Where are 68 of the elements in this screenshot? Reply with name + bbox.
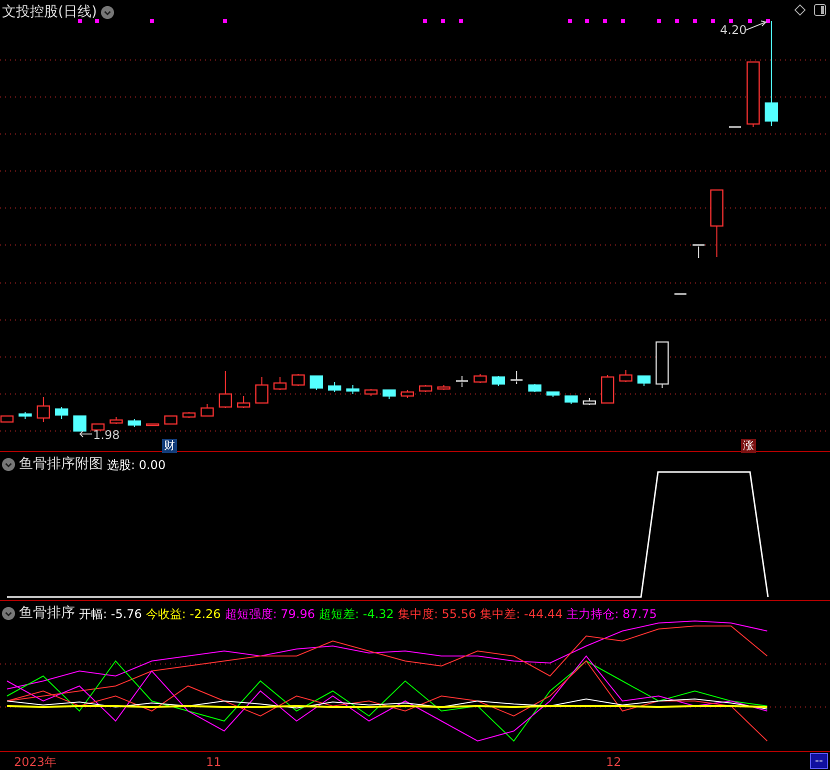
candlestick <box>55 406 68 420</box>
candlestick <box>456 376 468 388</box>
candlestick <box>200 404 214 417</box>
candlestick <box>0 415 14 423</box>
candlestick <box>364 388 378 396</box>
candlestick <box>710 189 724 258</box>
candlestick <box>164 415 178 425</box>
candlestick <box>91 423 105 431</box>
candlestick <box>110 416 123 424</box>
candlestick <box>400 390 414 398</box>
candlestick <box>656 341 669 388</box>
indicator-readout: 超短强度: 79.96 <box>224 606 316 622</box>
candlestick <box>692 244 705 258</box>
high-price-label: 4.20 <box>720 23 747 37</box>
panel-title: 鱼骨排序 <box>19 604 75 623</box>
candlestick <box>218 370 232 408</box>
candlestick <box>382 389 396 400</box>
candlestick <box>36 396 50 422</box>
candlestick <box>601 374 614 404</box>
candlestick <box>273 376 287 390</box>
candlestick <box>182 412 196 418</box>
candlestick <box>18 412 32 420</box>
axis-label: 2023年 <box>14 754 57 770</box>
axis-label: 12 <box>606 754 622 770</box>
panel-title: 文投控股(日线) <box>2 3 97 22</box>
candlestick <box>146 423 160 426</box>
candlestick <box>128 418 141 428</box>
candlestick <box>419 384 432 392</box>
leader-arrow-icon <box>79 430 92 438</box>
candlestick <box>73 415 86 432</box>
event-marker: 财 <box>162 439 177 453</box>
collapse-chevron-icon[interactable] <box>2 607 15 620</box>
candlestick <box>474 374 487 384</box>
candlestick <box>746 61 760 128</box>
diamond-icon[interactable] <box>794 4 806 16</box>
candlestick <box>619 370 632 382</box>
collapse-chevron-icon[interactable] <box>100 6 114 19</box>
indicator-readout: 超短差: -4.32 <box>319 606 394 622</box>
candlestick <box>674 293 686 296</box>
indicator-readout: 选股: 0.00 <box>107 456 166 474</box>
indicator-readout: 主力持仓: 87.75 <box>566 606 657 622</box>
indicator-readout: 开幅: -5.76 <box>79 606 142 622</box>
low-price-label: 1.98 <box>93 428 120 442</box>
axis-label: 11 <box>206 754 222 770</box>
candlestick <box>346 384 360 394</box>
candlestick <box>437 384 450 390</box>
indicator-readout: 集中度: 55.56 <box>398 606 476 622</box>
candlestick <box>729 126 741 128</box>
candlestick <box>237 396 250 408</box>
candlestick <box>637 375 651 386</box>
event-marker: 涨 <box>741 439 756 453</box>
candlestick <box>582 398 596 406</box>
collapse-chevron-icon[interactable] <box>2 458 15 471</box>
candlestick <box>310 375 323 390</box>
candlestick <box>564 395 578 404</box>
candlestick <box>546 391 560 398</box>
axis-corner-button[interactable]: -- <box>810 753 828 769</box>
candlestick <box>255 376 268 404</box>
leader-arrow-icon <box>746 20 768 30</box>
candlestick <box>292 374 305 386</box>
candlestick <box>328 382 342 392</box>
indicator-readout: 集中差: -44.44 <box>480 606 563 622</box>
panel-toggle-icon[interactable] <box>814 4 826 16</box>
indicator-readout: 今收益: -2.26 <box>146 606 221 622</box>
candlestick <box>492 376 505 386</box>
panel-title: 鱼骨排序附图 <box>19 455 103 474</box>
candlestick <box>528 384 542 392</box>
candlestick <box>510 370 523 384</box>
